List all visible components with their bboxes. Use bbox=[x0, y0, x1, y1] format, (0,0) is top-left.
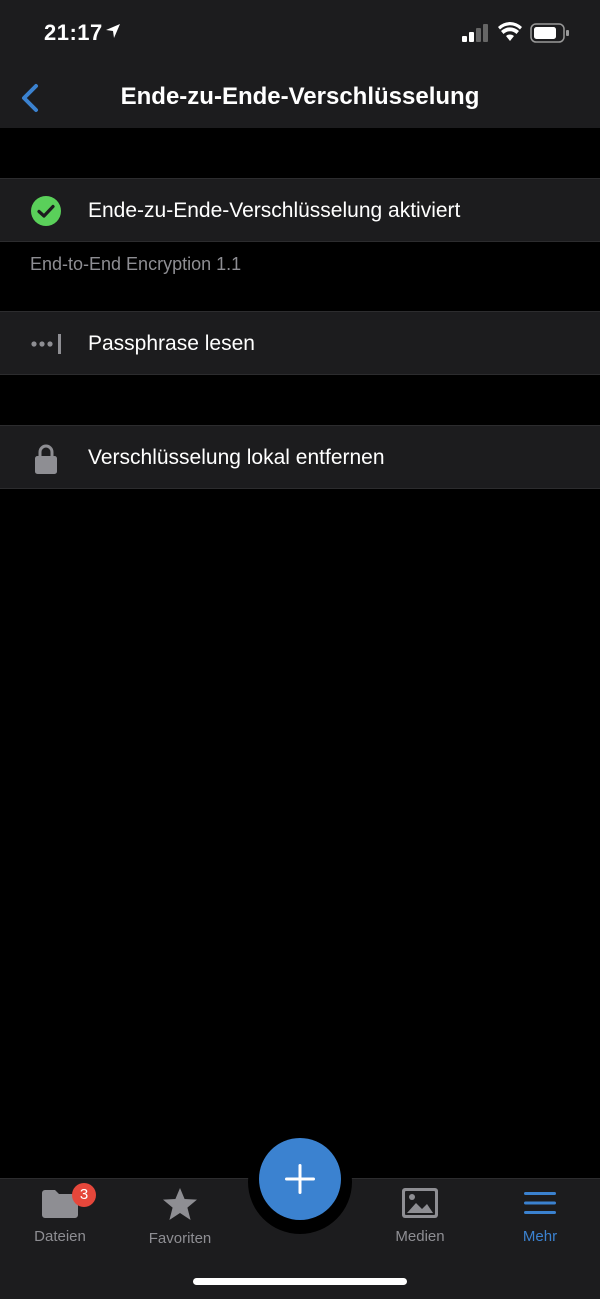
star-icon bbox=[163, 1188, 197, 1220]
tab-mehr-label: Mehr bbox=[522, 1228, 558, 1245]
status-bar: 21:17 bbox=[0, 0, 600, 70]
battery-icon bbox=[530, 23, 569, 43]
read-passphrase-label: Passphrase lesen bbox=[88, 332, 255, 355]
encryption-version-text: End-to-End Encryption 1.1 bbox=[30, 254, 242, 274]
dateien-badge: 3 bbox=[72, 1183, 96, 1207]
status-time: 21:17 bbox=[44, 20, 103, 45]
cellular-signal-icon bbox=[462, 24, 488, 42]
encryption-status-label: Ende-zu-Ende-Verschlüsselung aktiviert bbox=[88, 199, 461, 222]
check-circle-icon bbox=[31, 196, 61, 226]
remove-encryption-label: Verschlüsselung lokal entfernen bbox=[88, 446, 385, 469]
tab-medien-label: Medien bbox=[395, 1228, 445, 1245]
encryption-status-row: Ende-zu-Ende-Verschlüsselung aktiviert bbox=[0, 178, 600, 242]
image-icon bbox=[402, 1188, 438, 1218]
plus-icon bbox=[285, 1164, 315, 1194]
tab-favoriten-label: Favoriten bbox=[148, 1230, 212, 1247]
tab-favoriten[interactable]: Favoriten bbox=[130, 1187, 230, 1247]
lock-icon bbox=[35, 444, 57, 474]
page-title: Ende-zu-Ende-Verschlüsselung bbox=[120, 83, 480, 110]
location-arrow-icon bbox=[106, 24, 120, 38]
wifi-icon bbox=[498, 22, 522, 41]
menu-icon bbox=[524, 1192, 556, 1214]
navigation-bar: Ende-zu-Ende-Verschlüsselung bbox=[0, 70, 600, 128]
passphrase-icon bbox=[31, 334, 61, 354]
tab-medien[interactable]: Medien bbox=[370, 1187, 470, 1245]
add-button[interactable] bbox=[259, 1138, 341, 1220]
tab-mehr[interactable]: Mehr bbox=[490, 1187, 590, 1245]
tab-dateien-label: Dateien bbox=[34, 1228, 86, 1245]
home-indicator bbox=[193, 1278, 407, 1285]
remove-encryption-row[interactable]: Verschlüsselung lokal entfernen bbox=[0, 425, 600, 489]
read-passphrase-row[interactable]: Passphrase lesen bbox=[0, 311, 600, 375]
